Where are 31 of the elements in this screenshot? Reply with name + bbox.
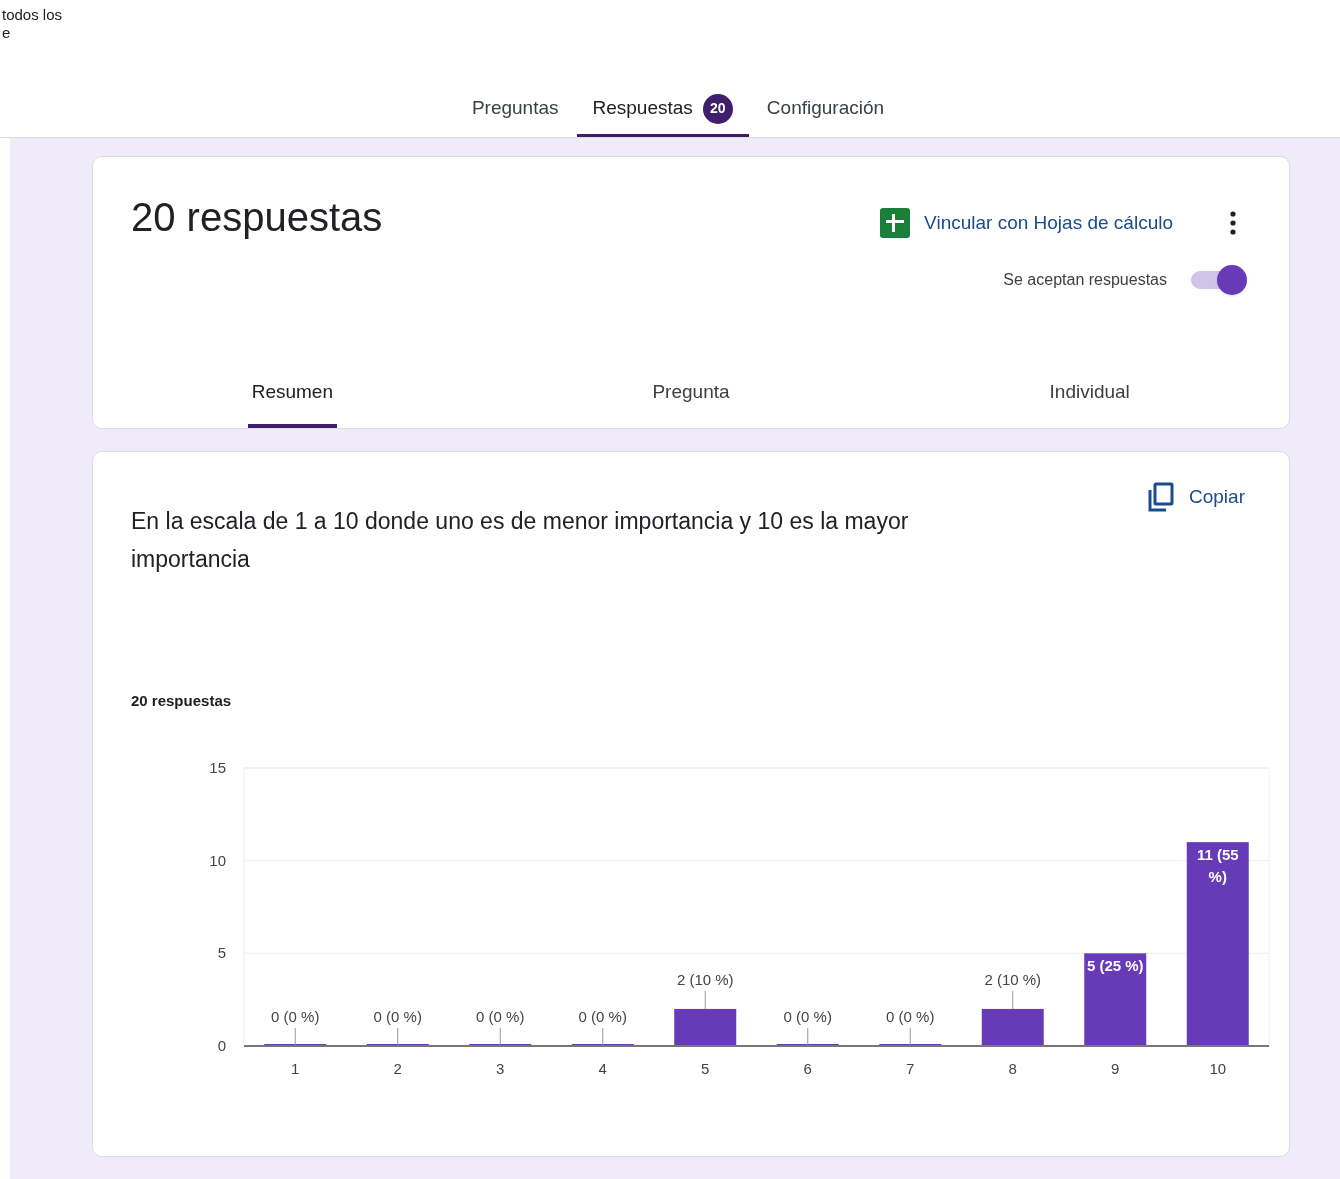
x-tick-label: 8 xyxy=(1008,1059,1017,1077)
bar-value-label: 0 (0 %) xyxy=(886,1007,935,1025)
x-tick-label: 4 xyxy=(598,1059,607,1077)
x-tick-label: 3 xyxy=(496,1059,505,1077)
bar-value-label: 0 (0 %) xyxy=(373,1007,422,1025)
x-tick-label: 7 xyxy=(906,1059,915,1077)
accepting-responses-label: Se aceptan respuestas xyxy=(1003,270,1167,290)
bar-value-label: 0 (0 %) xyxy=(271,1007,320,1025)
bar-value-label: 0 (0 %) xyxy=(578,1007,627,1025)
cut-off-text: e xyxy=(2,24,12,42)
bar-value-label: 5 (25 %) xyxy=(1085,955,1145,976)
question-text: En la escala de 1 a 10 donde uno es de menor importancia y 10 es la mayor importancia xyxy=(131,507,910,574)
cut-off-text: todos los xyxy=(2,6,64,24)
x-tick-label: 10 xyxy=(1209,1059,1227,1077)
x-tick-label: 5 xyxy=(701,1059,710,1077)
x-tick-label: 1 xyxy=(291,1059,300,1077)
x-tick-label: 2 xyxy=(393,1059,402,1077)
bar-value-label: 11 (55 %) xyxy=(1195,844,1240,887)
response-count: 20 respuestas xyxy=(130,691,233,711)
bar-value-label: 0 (0 %) xyxy=(476,1007,525,1025)
y-tick-label: 10 xyxy=(209,851,226,869)
response-count-badge: 20 xyxy=(702,93,733,124)
y-tick-label: 0 xyxy=(217,1036,226,1054)
bar-value-label: 2 (10 %) xyxy=(676,970,734,988)
responses-title: 20 respuestas xyxy=(131,194,383,241)
x-tick-label: 9 xyxy=(1111,1059,1120,1077)
bar-value-label: 2 (10 %) xyxy=(984,970,1042,988)
bar-value-label: 0 (0 %) xyxy=(783,1007,832,1025)
x-tick-label: 6 xyxy=(803,1059,812,1077)
y-tick-label: 5 xyxy=(217,943,226,961)
y-tick-label: 15 xyxy=(209,758,226,776)
